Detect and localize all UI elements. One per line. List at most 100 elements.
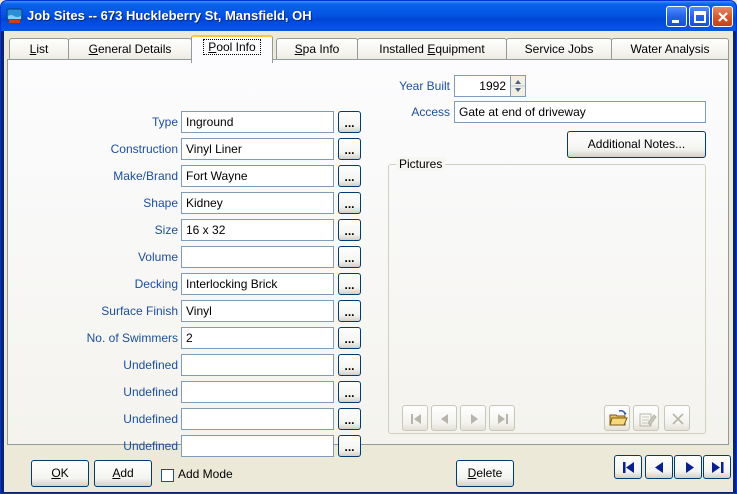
field-lookup-button[interactable]: ... (338, 381, 361, 403)
record-prev-button[interactable] (645, 455, 673, 479)
first-record-icon (623, 462, 634, 473)
tab-installed-equipment-pre: Installed (379, 42, 428, 56)
next-record-icon (686, 462, 694, 473)
field-input[interactable]: Vinyl (181, 300, 334, 322)
close-button[interactable] (712, 6, 733, 27)
field-label: Construction (110, 142, 178, 156)
field-input[interactable] (181, 354, 334, 376)
ok-label: K (60, 466, 69, 480)
field-input[interactable] (181, 381, 334, 403)
window-title: Job Sites -- 673 Huckleberry St, Mansfie… (27, 8, 312, 23)
add-mode-checkbox[interactable] (161, 469, 174, 482)
tab-spa-info-accel: S (294, 42, 303, 56)
next-icon (471, 414, 478, 424)
ok-button[interactable]: OK (31, 460, 89, 487)
app-icon (6, 8, 23, 23)
year-built-label: Year Built (399, 79, 450, 93)
field-lookup-button[interactable]: ... (338, 408, 361, 430)
field-label: Decking (134, 277, 178, 291)
tab-pool-info-rest: ool Info (216, 40, 256, 54)
field-lookup-button[interactable]: ... (338, 192, 361, 214)
prev-icon (441, 414, 448, 424)
tab-list-label: ist (36, 42, 49, 56)
field-label: Shape (143, 196, 178, 210)
close-icon (718, 12, 728, 22)
field-lookup-button[interactable]: ... (338, 138, 361, 160)
field-lookup-button[interactable]: ... (338, 354, 361, 376)
tab-pool-info-label: Pool Info (203, 39, 261, 55)
field-label: Size (154, 223, 178, 237)
pictures-group (388, 164, 706, 434)
window-client: List General Details Pool Info Spa Info … (4, 31, 733, 492)
field-lookup-button[interactable]: ... (338, 165, 361, 187)
field-label: Undefined (123, 439, 178, 453)
year-built-field[interactable]: 1992 (454, 75, 511, 97)
field-lookup-button[interactable]: ... (338, 300, 361, 322)
maximize-icon (694, 11, 706, 23)
spin-arrows-icon (511, 80, 525, 92)
ok-accel: O (51, 466, 61, 480)
field-input[interactable]: 16 x 32 (181, 219, 334, 241)
picture-last-button[interactable] (489, 405, 515, 431)
field-label: Volume (137, 250, 178, 264)
open-folder-icon (609, 410, 628, 426)
field-input[interactable]: Interlocking Brick (181, 273, 334, 295)
add-mode-label: Add Mode (178, 467, 233, 481)
field-lookup-button[interactable]: ... (338, 273, 361, 295)
tab-water-analysis-label: Water Analysis (630, 42, 710, 56)
picture-edit-button[interactable] (633, 405, 659, 431)
maximize-button[interactable] (689, 6, 710, 27)
tab-general-details-accel: G (88, 42, 98, 56)
tab-installed-equipment-label: quipment (435, 42, 485, 56)
field-input[interactable] (181, 408, 334, 430)
field-input[interactable] (181, 246, 334, 268)
field-input[interactable]: Kidney (181, 192, 334, 214)
field-label: Type (151, 115, 178, 129)
prev-record-icon (655, 462, 663, 473)
field-label: No. of Swimmers (86, 331, 178, 345)
picture-next-button[interactable] (460, 405, 486, 431)
record-next-button[interactable] (674, 455, 702, 479)
picture-prev-button[interactable] (431, 405, 457, 431)
add-label: dd (120, 466, 134, 480)
field-lookup-button[interactable]: ... (338, 327, 361, 349)
field-lookup-button[interactable]: ... (338, 219, 361, 241)
last-icon (498, 414, 508, 424)
record-first-button[interactable] (614, 455, 642, 479)
tab-general-details-label: eneral Details (97, 42, 172, 56)
additional-notes-button[interactable]: Additional Notes... (567, 131, 706, 158)
record-last-button[interactable] (703, 455, 731, 479)
minimize-icon (672, 20, 679, 23)
access-label: Access (411, 105, 450, 119)
delete-label: elete (476, 466, 503, 480)
field-input[interactable] (181, 435, 334, 457)
tab-pool-info[interactable]: Pool Info (191, 35, 273, 63)
field-label: Undefined (123, 385, 178, 399)
picture-open-button[interactable] (604, 405, 630, 431)
delete-button[interactable]: Delete (456, 460, 514, 487)
last-record-icon (712, 462, 724, 473)
title-bar[interactable]: Job Sites -- 673 Huckleberry St, Mansfie… (1, 1, 736, 31)
minimize-button[interactable] (666, 6, 687, 27)
picture-delete-button[interactable] (664, 405, 690, 431)
tab-spa-info-label: pa Info (302, 42, 340, 56)
field-label: Undefined (123, 412, 178, 426)
access-field[interactable]: Gate at end of driveway (454, 101, 706, 123)
pool-info-panel: Type Inground... Construction Vinyl Liner..… (7, 59, 729, 457)
pictures-title: Pictures (396, 157, 446, 171)
field-input[interactable]: Fort Wayne (181, 165, 334, 187)
picture-first-button[interactable] (402, 405, 428, 431)
first-icon (411, 414, 421, 424)
field-input[interactable]: Vinyl Liner (181, 138, 334, 160)
field-lookup-button[interactable]: ... (338, 435, 361, 457)
delete-x-icon (672, 413, 684, 425)
field-lookup-button[interactable]: ... (338, 246, 361, 268)
tab-strip: List General Details Pool Info Spa Info … (7, 35, 729, 63)
job-sites-window: Job Sites -- 673 Huckleberry St, Mansfie… (0, 0, 737, 494)
field-label: Surface Finish (101, 304, 178, 318)
year-built-spinner[interactable] (510, 75, 526, 97)
edit-icon (639, 413, 657, 427)
add-button[interactable]: Add (94, 460, 152, 487)
field-input[interactable]: 2 (181, 327, 334, 349)
field-label: Make/Brand (113, 169, 178, 183)
